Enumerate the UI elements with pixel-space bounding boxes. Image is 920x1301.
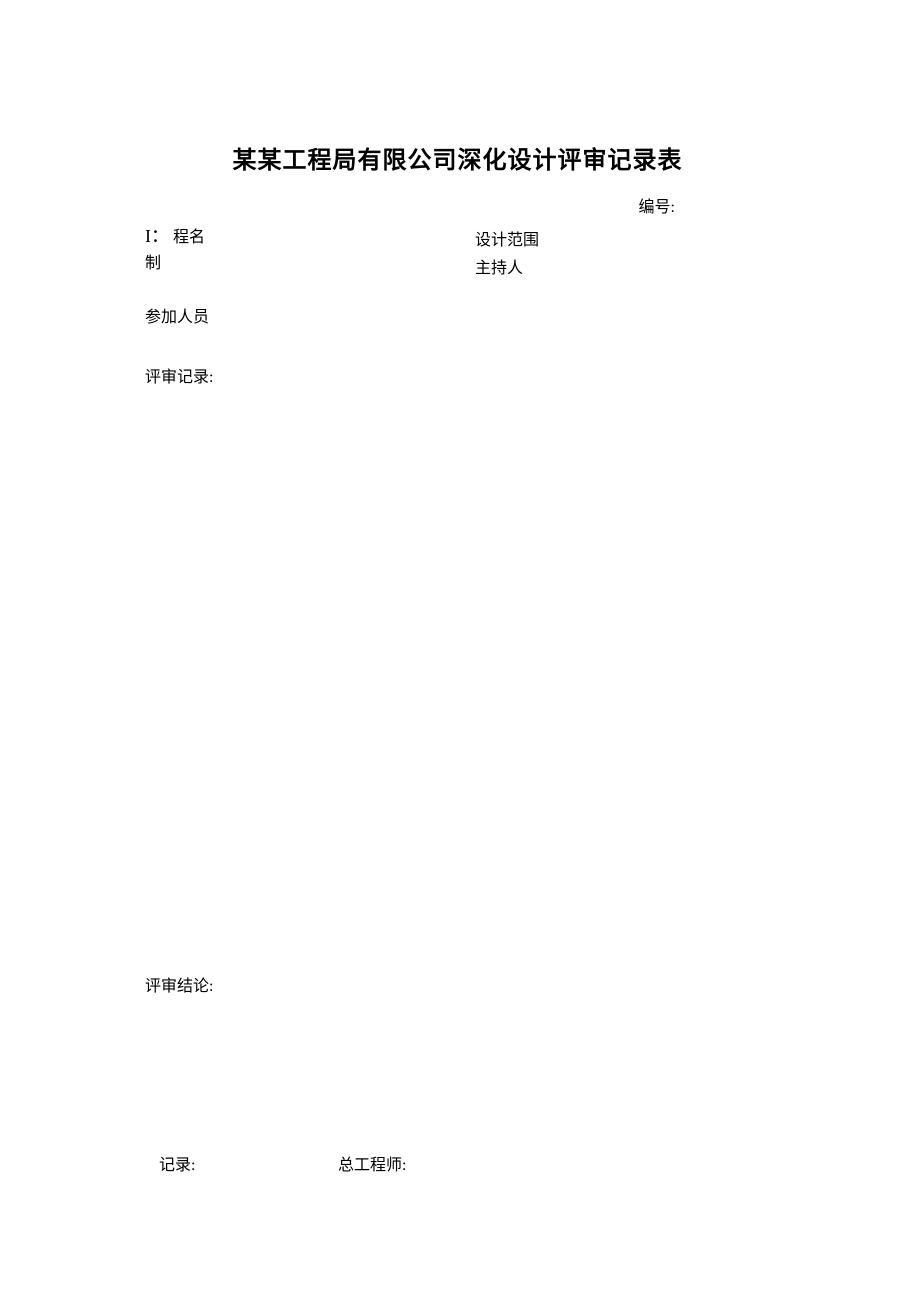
document-title: 某某工程局有限公司深化设计评审记录表 xyxy=(145,140,770,175)
signature-row: 记录: 总工程师: xyxy=(145,1151,770,1175)
conclusion-label: 评审结论: xyxy=(145,972,770,996)
conclusion-space xyxy=(145,996,770,1151)
project-name-text: 程名 xyxy=(173,229,205,246)
project-name-line1: I： 程名 xyxy=(145,223,475,251)
document-page: 某某工程局有限公司深化设计评审记录表 编号: I： 程名 制 设计范围 主持人 … xyxy=(0,0,920,1235)
header-section: I： 程名 制 设计范围 主持人 xyxy=(145,223,770,283)
design-scope-label: 设计范围 xyxy=(475,227,770,255)
header-right-column: 设计范围 主持人 xyxy=(475,223,770,283)
participants-label: 参加人员 xyxy=(145,303,770,327)
header-left-column: I： 程名 制 xyxy=(145,223,475,283)
review-record-space xyxy=(145,387,770,972)
project-name-line2: 制 xyxy=(145,251,475,277)
marker-i: I： xyxy=(145,226,169,246)
chief-engineer-label: 总工程师: xyxy=(338,1157,406,1174)
recorder-label: 记录: xyxy=(159,1151,334,1175)
serial-number-label: 编号: xyxy=(145,193,770,217)
host-label: 主持人 xyxy=(475,255,770,283)
review-record-label: 评审记录: xyxy=(145,363,770,387)
